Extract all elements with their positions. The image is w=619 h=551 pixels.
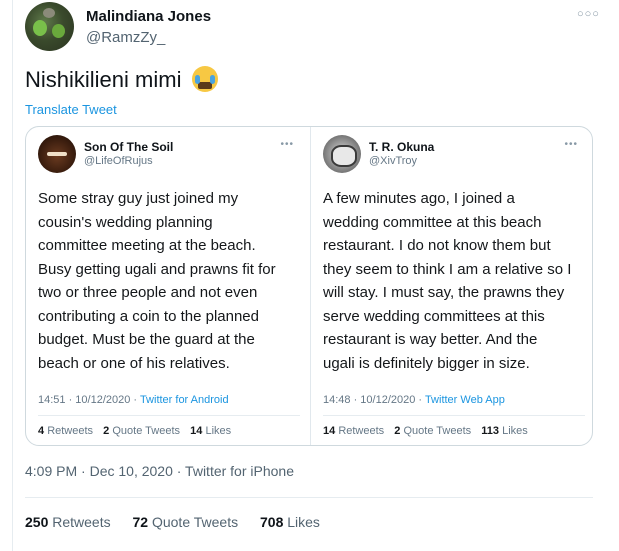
body-line: beach or one of his relatives. bbox=[38, 354, 230, 372]
body-line: A few minutes ago, I joined a bbox=[323, 190, 515, 207]
body-line: committee meeting at the beach. bbox=[38, 237, 256, 254]
likes-label: Likes bbox=[205, 425, 232, 437]
retweets-label: Retweets bbox=[47, 425, 94, 437]
likes-stat[interactable]: 708 Likes bbox=[260, 514, 320, 530]
body-line: contributing a coin to the planned bbox=[38, 307, 259, 325]
quotes-label: Quote Tweets bbox=[151, 514, 239, 530]
quoted-tweet-meta: 14:51 · 10/12/2020 · Twitter for Android bbox=[38, 394, 229, 406]
retweets-count: 14 bbox=[323, 425, 336, 437]
likes-label: Likes bbox=[502, 425, 528, 437]
body-line: Busy getting ugali and prawns fit for bbox=[38, 260, 276, 278]
body-line: restaurant. I do not know them but bbox=[323, 237, 551, 254]
retweets-label: Retweets bbox=[52, 514, 111, 530]
quote-tweets-stat[interactable]: 72 Quote Tweets bbox=[133, 514, 239, 530]
tweet-text: Nishikilieni mimi bbox=[25, 66, 218, 93]
more-options-icon: ••• bbox=[564, 139, 578, 150]
avatar[interactable] bbox=[25, 2, 74, 51]
quoted-tweet-body: A few minutes ago, I joined a wedding co… bbox=[323, 187, 589, 375]
body-line: two or three people and not even bbox=[38, 284, 258, 301]
body-line: cousin's wedding planning bbox=[38, 213, 213, 231]
author-handle[interactable]: @RamzZy_ bbox=[86, 29, 165, 46]
likes-count: 113 bbox=[481, 425, 500, 437]
quoted-tweet-time: 14:48 · 10/12/2020 · bbox=[323, 394, 425, 406]
retweets-count: 250 bbox=[25, 514, 49, 530]
body-line: budget. Must be the guard at the bbox=[38, 331, 255, 348]
body-line: they seem to think I am a relative so I bbox=[323, 260, 572, 278]
divider bbox=[38, 415, 300, 416]
quoted-author-name: T. R. Okuna bbox=[369, 140, 435, 154]
body-line: will stay. I must say, the prawns they bbox=[323, 284, 565, 301]
more-options-icon[interactable]: ○○○ bbox=[577, 8, 600, 20]
quotes-label: Quote Tweets bbox=[403, 425, 472, 437]
tweet-header: Malindiana Jones @RamzZy_ ○○○ bbox=[25, 2, 605, 54]
body-line: Some stray guy just joined my bbox=[38, 190, 239, 207]
quoted-tweets-image[interactable]: Son Of The Soil @LifeOfRujus ••• Some st… bbox=[25, 126, 593, 446]
quoted-author-name: Son Of The Soil bbox=[84, 140, 174, 154]
left-border bbox=[12, 0, 13, 551]
quoted-tweet-time: 14:51 · 10/12/2020 · bbox=[38, 394, 140, 406]
quoted-tweet-body: Some stray guy just joined my cousin's w… bbox=[38, 187, 304, 375]
likes-count: 14 bbox=[190, 425, 203, 437]
retweets-count: 4 bbox=[38, 425, 45, 437]
likes-label: Likes bbox=[287, 514, 320, 530]
quoted-tweet-source: Twitter Web App bbox=[424, 394, 505, 406]
crying-face-emoji-icon bbox=[191, 66, 218, 92]
tweet-timestamp[interactable]: 4:09 PM · Dec 10, 2020 · Twitter for iPh… bbox=[25, 463, 294, 479]
quoted-author-handle: @LifeOfRujus bbox=[84, 155, 153, 167]
translate-tweet-link[interactable]: Translate Tweet bbox=[25, 102, 117, 117]
tweet-text-content: Nishikilieni mimi bbox=[25, 67, 182, 92]
divider bbox=[25, 497, 593, 498]
retweets-stat[interactable]: 250 Retweets bbox=[25, 514, 111, 530]
quotes-count: 2 bbox=[394, 425, 401, 437]
quotes-label: Quote Tweets bbox=[112, 425, 181, 437]
body-line: ugali is definitely bigger in size. bbox=[323, 354, 530, 372]
quoted-tweet-right: T. R. Okuna @XivTroy ••• A few minutes a… bbox=[310, 127, 592, 445]
likes-count: 708 bbox=[260, 514, 284, 530]
quoted-tweet-stats: 4 Retweets 2 Quote Tweets 14 Likes bbox=[38, 425, 231, 437]
author-name[interactable]: Malindiana Jones bbox=[86, 8, 211, 25]
avatar bbox=[38, 135, 76, 173]
body-line: wedding committee at this beach bbox=[323, 213, 542, 231]
quotes-count: 2 bbox=[103, 425, 110, 437]
quoted-author-handle: @XivTroy bbox=[369, 155, 418, 167]
divider bbox=[323, 415, 585, 416]
quoted-tweet-source: Twitter for Android bbox=[139, 394, 229, 406]
more-options-icon: ••• bbox=[280, 139, 294, 150]
quoted-tweet-left: Son Of The Soil @LifeOfRujus ••• Some st… bbox=[26, 127, 310, 445]
body-line: restaurant is way better. And the bbox=[323, 331, 538, 348]
tweet-stats: 250 Retweets 72 Quote Tweets 708 Likes bbox=[25, 514, 338, 530]
retweets-label: Retweets bbox=[338, 425, 385, 437]
body-line: serve wedding committees at this bbox=[323, 307, 545, 325]
quotes-count: 72 bbox=[132, 514, 149, 530]
quoted-tweet-meta: 14:48 · 10/12/2020 · Twitter Web App bbox=[323, 394, 505, 406]
quoted-tweet-stats: 14 Retweets 2 Quote Tweets 113 Likes bbox=[323, 425, 528, 437]
avatar bbox=[323, 135, 361, 173]
